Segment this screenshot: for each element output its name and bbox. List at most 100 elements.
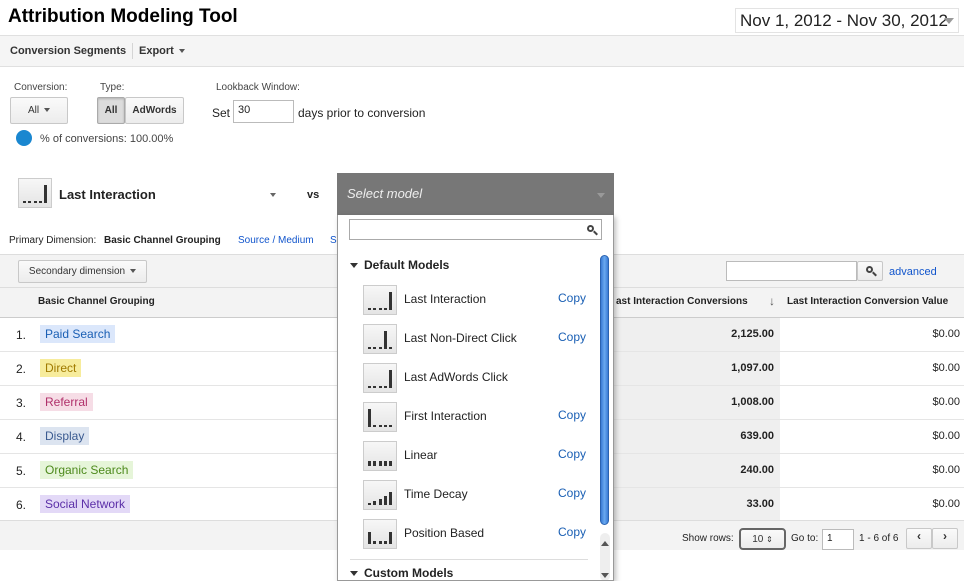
sort-down-icon[interactable]: ↓ <box>769 294 775 308</box>
col-value[interactable]: Last Interaction Conversion Value <box>787 296 948 307</box>
first-interaction-icon <box>363 402 397 432</box>
conversions-cell: 1,008.00 <box>614 386 780 419</box>
dimension-source-medium[interactable]: Source / Medium <box>238 235 314 246</box>
conversions-cell: 1,097.00 <box>614 352 780 385</box>
channel-label[interactable]: Organic Search <box>40 461 134 479</box>
custom-models-group[interactable]: Custom Models <box>350 566 453 580</box>
chevron-down-icon <box>597 193 605 198</box>
channel-label[interactable]: Paid Search <box>40 325 116 343</box>
secondary-dimension-label: Secondary dimension <box>28 266 126 277</box>
date-range-picker[interactable]: Nov 1, 2012 - Nov 30, 2012 <box>735 8 959 33</box>
scrollbar-thumb[interactable] <box>600 255 609 525</box>
last-interaction-icon <box>363 285 397 315</box>
next-page-button[interactable]: › <box>932 528 958 549</box>
value-cell: $0.00 <box>932 396 960 408</box>
scroll-up-icon[interactable] <box>601 541 609 546</box>
default-models-group[interactable]: Default Models <box>350 258 449 272</box>
value-cell: $0.00 <box>932 362 960 374</box>
copy-link[interactable]: Copy <box>558 291 586 305</box>
chevron-down-icon[interactable] <box>270 193 276 197</box>
model-option[interactable]: Last Interaction Copy <box>363 283 603 317</box>
model-option-label: Last Non-Direct Click <box>404 331 517 345</box>
prev-page-button[interactable]: ‹ <box>906 528 932 549</box>
table-search-input[interactable] <box>726 261 857 281</box>
col-conversions[interactable]: ast Interaction Conversions <box>616 296 748 307</box>
conversions-cell: 240.00 <box>614 454 780 487</box>
custom-models-label: Custom Models <box>364 566 454 580</box>
row-number: 5. <box>16 464 27 478</box>
chevron-down-icon <box>944 18 954 24</box>
lookback-set-label: Set <box>212 106 231 120</box>
model-option-label: Last AdWords Click <box>404 370 508 384</box>
show-rows-label: Show rows: <box>682 533 734 544</box>
row-number: 4. <box>16 430 27 444</box>
channel-label[interactable]: Direct <box>40 359 82 377</box>
show-rows-value: 10 <box>752 534 764 545</box>
secondary-dimension-dropdown[interactable]: Secondary dimension <box>18 260 147 283</box>
channel-label[interactable]: Social Network <box>40 495 131 513</box>
scrollbar[interactable] <box>598 251 612 580</box>
primary-model-label[interactable]: Last Interaction <box>59 187 156 202</box>
channel-label[interactable]: Display <box>40 427 90 445</box>
select-model-placeholder: Select model <box>347 186 423 201</box>
model-option[interactable]: Time Decay Copy <box>363 478 603 512</box>
value-cell: $0.00 <box>932 498 960 510</box>
page-range: 1 - 6 of 6 <box>859 533 899 544</box>
table-search-button[interactable] <box>857 261 883 281</box>
model-option-label: Linear <box>404 448 438 462</box>
triangle-down-icon <box>350 263 358 269</box>
scroll-down-icon[interactable] <box>601 573 609 578</box>
conversion-segments-button[interactable]: Conversion Segments <box>10 45 126 57</box>
value-cell: $0.00 <box>932 430 960 442</box>
type-adwords-button[interactable]: AdWords <box>125 97 184 124</box>
select-model-dropdown[interactable]: Select model <box>337 173 614 215</box>
search-icon <box>587 225 598 236</box>
conversions-cell: 2,125.00 <box>614 318 780 351</box>
goto-input[interactable]: 1 <box>822 529 854 550</box>
model-option[interactable]: Last AdWords Click <box>363 361 603 395</box>
copy-link[interactable]: Copy <box>558 525 586 539</box>
copy-link[interactable]: Copy <box>558 330 586 344</box>
copy-link[interactable]: Copy <box>558 447 586 461</box>
toolbar-divider <box>132 43 133 59</box>
conversions-cell: 639.00 <box>614 420 780 453</box>
date-range-label: Nov 1, 2012 - Nov 30, 2012 <box>740 11 948 30</box>
search-icon <box>866 266 877 277</box>
dimension-more[interactable]: S <box>330 235 337 246</box>
lookback-label: Lookback Window: <box>216 82 300 93</box>
value-cell: $0.00 <box>932 328 960 340</box>
lookback-days-input[interactable]: 30 <box>233 100 294 123</box>
dimension-active[interactable]: Basic Channel Grouping <box>104 235 221 246</box>
pie-chart-icon <box>16 130 32 146</box>
model-option-label: First Interaction <box>404 409 487 423</box>
copy-link[interactable]: Copy <box>558 408 586 422</box>
group-divider <box>350 559 588 560</box>
pct-conversions: % of conversions: 100.00% <box>40 133 174 145</box>
conversion-dropdown[interactable]: All <box>10 97 68 124</box>
row-number: 6. <box>16 498 27 512</box>
channel-label[interactable]: Referral <box>40 393 93 411</box>
chevron-down-icon <box>178 49 185 54</box>
time-decay-icon <box>363 480 397 510</box>
model-option[interactable]: First Interaction Copy <box>363 400 603 434</box>
model-option[interactable]: Linear Copy <box>363 439 603 473</box>
advanced-link[interactable]: advanced <box>889 266 937 278</box>
model-option[interactable]: Position Based Copy <box>363 517 603 551</box>
type-label: Type: <box>100 82 125 93</box>
vs-label: vs <box>307 189 320 201</box>
row-number: 3. <box>16 396 27 410</box>
export-label: Export <box>139 45 174 57</box>
toolbar: Conversion Segments Export <box>0 35 964 67</box>
col-channel[interactable]: Basic Channel Grouping <box>38 296 155 307</box>
goto-label: Go to: <box>791 533 819 544</box>
export-button[interactable]: Export <box>139 45 185 57</box>
model-option[interactable]: Last Non-Direct Click Copy <box>363 322 603 356</box>
chevron-down-icon <box>130 269 137 274</box>
model-search-input[interactable] <box>349 219 602 240</box>
type-all-button[interactable]: All <box>97 97 125 124</box>
last-non-direct-click-icon <box>363 324 397 354</box>
position-based-icon <box>363 519 397 549</box>
default-models-label: Default Models <box>364 258 450 272</box>
show-rows-select[interactable]: 10 ⇕ <box>739 528 786 550</box>
copy-link[interactable]: Copy <box>558 486 586 500</box>
